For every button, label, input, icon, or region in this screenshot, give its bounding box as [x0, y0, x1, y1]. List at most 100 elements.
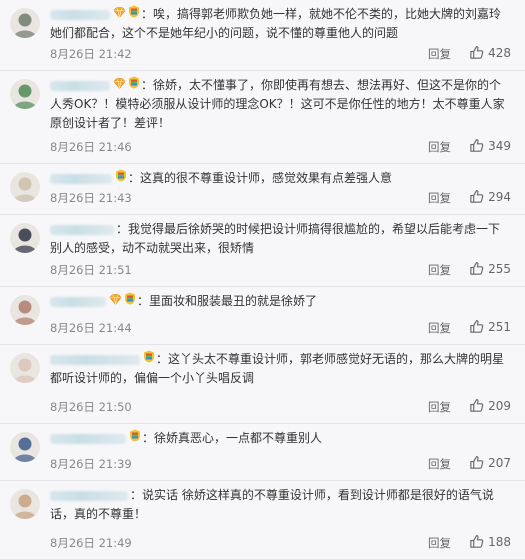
reply-button[interactable]: 回复 [428, 46, 451, 62]
reply-button[interactable]: 回复 [428, 456, 451, 472]
like-count: 349 [488, 138, 511, 153]
comment-time: 21:44 [98, 321, 132, 335]
comment-body: ：里面妆和服装最丑的就是徐娇了 [50, 292, 511, 311]
like-button[interactable]: 349 [469, 138, 511, 153]
username-link[interactable] [50, 354, 140, 365]
avatar[interactable] [10, 432, 40, 462]
comment-text: ：唉，搞得郭老师欺负她一样，就她不伦不类的，比她大牌的刘嘉玲她们都配合，这个不是… [50, 5, 511, 43]
like-button[interactable]: 207 [469, 455, 511, 470]
username-link[interactable] [50, 296, 106, 307]
rainbow-shield-icon [124, 292, 136, 311]
like-button[interactable]: 188 [469, 534, 511, 549]
comment-date: 8月26日 [50, 536, 95, 550]
like-button[interactable]: 294 [469, 189, 511, 204]
like-button[interactable]: 251 [469, 319, 511, 334]
like-button[interactable]: 428 [469, 45, 511, 60]
comment-text: ：徐娇真恶心，一点都不尊重别人 [50, 429, 511, 448]
thumbs-up-icon [469, 398, 484, 413]
thumbs-up-icon [469, 138, 484, 153]
avatar[interactable] [10, 295, 40, 325]
comment-timestamp: 8月26日 21:42 [50, 46, 132, 62]
comment-text: ：这丫头太不尊重设计师，郭老师感觉好无语的，那么大牌的明星都听设计师的，偏偏一个… [50, 350, 511, 388]
comment-date: 8月26日 [50, 47, 95, 61]
comment-timestamp: 8月26日 21:49 [50, 535, 132, 551]
comment-content: ：这真的很不尊重设计师，感觉效果有点差强人意 [128, 171, 393, 185]
username-link[interactable] [50, 224, 114, 235]
comment-meta: 8月26日 21:39 回复 207 [50, 456, 511, 474]
reply-button[interactable]: 回复 [428, 399, 451, 415]
comment-list: ：唉，搞得郭老师欺负她一样，就她不伦不类的，比她大牌的刘嘉玲她们都配合，这个不是… [0, 0, 525, 560]
comment-meta: 8月26日 21:44 回复 251 [50, 320, 511, 338]
comment-item: ：里面妆和服装最丑的就是徐娇了 8月26日 21:44 回复 251 [0, 287, 525, 345]
comment-timestamp: 8月26日 21:44 [50, 320, 132, 336]
comment-item: ：我觉得最后徐娇哭的时候把设计师搞得很尴尬的，希望以后能考虑一下别人的感受，动不… [0, 215, 525, 287]
like-count: 251 [488, 319, 511, 334]
comment-time: 21:43 [98, 191, 132, 205]
username-link[interactable] [50, 9, 110, 20]
reply-button[interactable]: 回复 [428, 139, 451, 155]
reply-button[interactable]: 回复 [428, 535, 451, 551]
comment-item: ：这真的很不尊重设计师，感觉效果有点差强人意 8月26日 21:43 回复 294 [0, 164, 525, 215]
avatar[interactable] [10, 489, 40, 519]
like-count: 294 [488, 189, 511, 204]
like-count: 428 [488, 45, 511, 60]
like-count: 207 [488, 455, 511, 470]
comment-text: ：这真的很不尊重设计师，感觉效果有点差强人意 [50, 169, 511, 188]
rainbow-shield-icon [129, 429, 141, 448]
comment-content: ：里面妆和服装最丑的就是徐娇了 [137, 294, 318, 308]
comment-body: ：说实话 徐娇这样真的不尊重设计师，看到设计师都是很好的语气说话，真的不尊重！ [50, 486, 511, 524]
like-count: 188 [488, 534, 511, 549]
comment-date: 8月26日 [50, 457, 95, 471]
comment-date: 8月26日 [50, 321, 95, 335]
reply-button[interactable]: 回复 [428, 262, 451, 278]
rainbow-shield-icon [128, 5, 140, 24]
comment-body: ：徐娇真恶心，一点都不尊重别人 [50, 429, 511, 448]
comment-timestamp: 8月26日 21:51 [50, 262, 132, 278]
comment-date: 8月26日 [50, 140, 95, 154]
comment-date: 8月26日 [50, 400, 95, 414]
rainbow-shield-icon [143, 350, 155, 369]
like-button[interactable]: 255 [469, 261, 511, 276]
comment-date: 8月26日 [50, 263, 95, 277]
like-count: 255 [488, 261, 511, 276]
avatar[interactable] [10, 8, 40, 38]
comment-time: 21:46 [98, 140, 132, 154]
comment-body: ：这真的很不尊重设计师，感觉效果有点差强人意 [50, 169, 511, 188]
comment-timestamp: 8月26日 21:46 [50, 139, 132, 155]
comment-body: ：徐娇，太不懂事了，你即使再有想去、想法再好、但这不是你的个人秀OK？！模特必须… [50, 76, 511, 133]
avatar[interactable] [10, 353, 40, 383]
comment-item: ：说实话 徐娇这样真的不尊重设计师，看到设计师都是很好的语气说话，真的不尊重！ 8… [0, 481, 525, 560]
comment-item: ：徐娇真恶心，一点都不尊重别人 8月26日 21:39 回复 207 [0, 424, 525, 481]
comment-text: ：徐娇，太不懂事了，你即使再有想去、想法再好、但这不是你的个人秀OK？！模特必须… [50, 76, 511, 133]
thumbs-up-icon [469, 189, 484, 204]
thumbs-up-icon [469, 45, 484, 60]
thumbs-up-icon [469, 319, 484, 334]
comment-meta: 8月26日 21:43 回复 294 [50, 190, 511, 208]
comment-content: ：徐娇真恶心，一点都不尊重别人 [142, 431, 323, 445]
comment-date: 8月26日 [50, 191, 95, 205]
comment-meta: 8月26日 21:42 回复 428 [50, 46, 511, 64]
comment-time: 21:42 [98, 47, 132, 61]
reply-button[interactable]: 回复 [428, 190, 451, 206]
comment-item: ：这丫头太不尊重设计师，郭老师感觉好无语的，那么大牌的明星都听设计师的，偏偏一个… [0, 345, 525, 424]
comment-meta: 8月26日 21:46 回复 349 [50, 139, 511, 157]
comment-text: ：说实话 徐娇这样真的不尊重设计师，看到设计师都是很好的语气说话，真的不尊重！ [50, 486, 511, 524]
comment-timestamp: 8月26日 21:39 [50, 456, 132, 472]
avatar[interactable] [10, 172, 40, 202]
comment-time: 21:49 [98, 536, 132, 550]
username-link[interactable] [50, 490, 128, 501]
comment-time: 21:39 [98, 457, 132, 471]
avatar[interactable] [10, 223, 40, 253]
avatar[interactable] [10, 79, 40, 109]
username-link[interactable] [50, 433, 126, 444]
thumbs-up-icon [469, 534, 484, 549]
reply-button[interactable]: 回复 [428, 320, 451, 336]
comment-time: 21:51 [98, 263, 132, 277]
username-link[interactable] [50, 173, 112, 184]
comment-body: ：这丫头太不尊重设计师，郭老师感觉好无语的，那么大牌的明星都听设计师的，偏偏一个… [50, 350, 511, 388]
comment-content: ：我觉得最后徐娇哭的时候把设计师搞得很尴尬的，希望以后能考虑一下别人的感受，动不… [50, 222, 501, 255]
comment-item: ：唉，搞得郭老师欺负她一样，就她不伦不类的，比她大牌的刘嘉玲她们都配合，这个不是… [0, 0, 525, 71]
thumbs-up-icon [469, 455, 484, 470]
like-button[interactable]: 209 [469, 398, 511, 413]
username-link[interactable] [50, 80, 110, 91]
